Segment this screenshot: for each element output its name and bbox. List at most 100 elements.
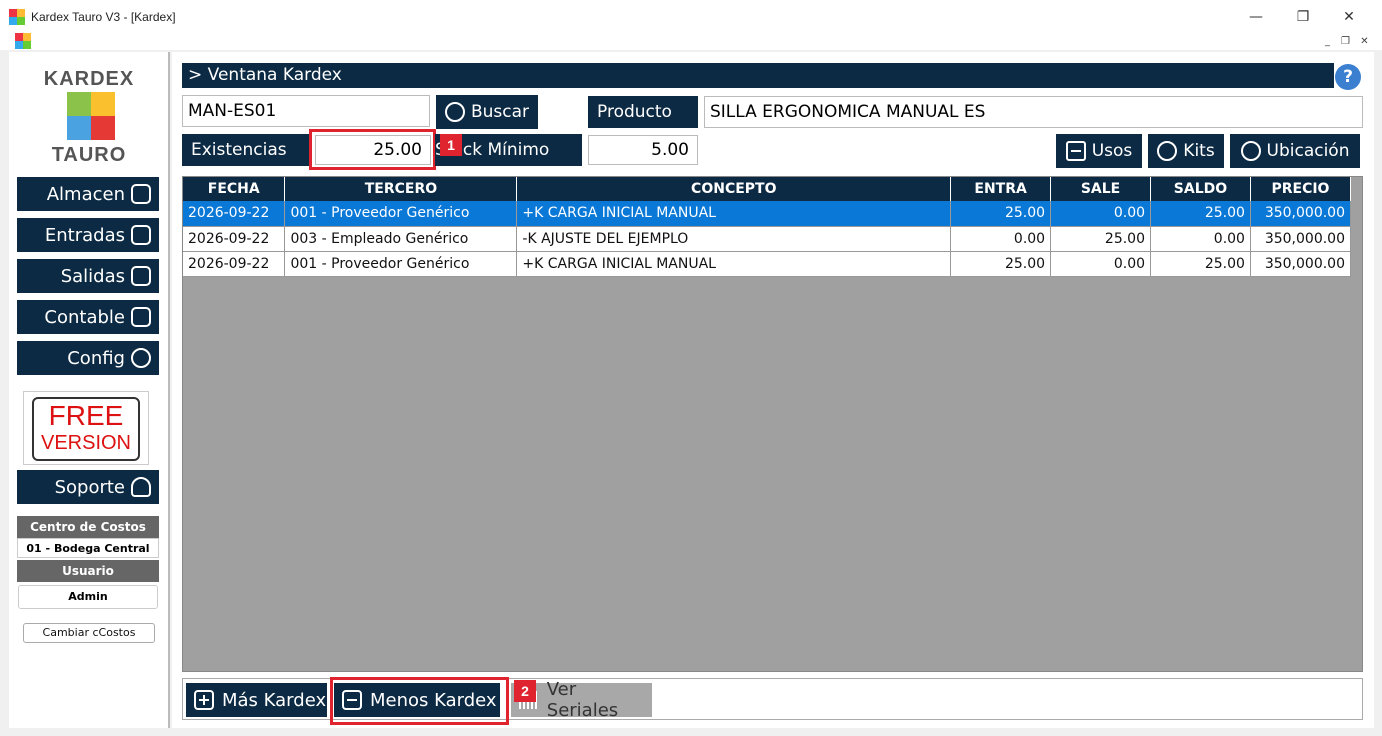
product-name-field[interactable]: SILLA ERGONOMICA MANUAL ES: [704, 96, 1363, 128]
kits-button[interactable]: Kits: [1148, 134, 1224, 168]
cell-precio: 350,000.00: [1250, 251, 1352, 277]
cost-center-header: Centro de Costos: [17, 516, 159, 538]
kits-label: Kits: [1183, 141, 1215, 161]
cell-sale: 0.00: [1050, 201, 1152, 227]
window-title: Kardex Tauro V3 - [Kardex]: [31, 10, 176, 24]
mas-kardex-button[interactable]: Más Kardex: [186, 683, 327, 717]
column-header-precio[interactable]: PRECIO: [1250, 177, 1352, 201]
column-header-fecha[interactable]: FECHA: [183, 177, 286, 201]
warehouse-icon: [131, 184, 151, 204]
nav-config-label: Config: [67, 347, 125, 369]
kardex-table-area: FECHA TERCERO CONCEPTO ENTRA SALE SALDO …: [182, 176, 1363, 672]
nav-contable-button[interactable]: Contable: [17, 300, 159, 334]
user-value: Admin: [18, 585, 158, 609]
cell-precio: 350,000.00: [1250, 201, 1352, 227]
plus-icon: [194, 690, 214, 710]
table-row[interactable]: 2026-09-22 001 - Proveedor Genérico +K C…: [183, 251, 1352, 277]
cell-entra: 25.00: [950, 251, 1052, 277]
cell-saldo: 25.00: [1150, 251, 1251, 277]
cell-sale: 25.00: [1050, 226, 1152, 252]
search-button-label: Buscar: [470, 102, 530, 122]
free-label: FREE: [48, 400, 124, 431]
user-header: Usuario: [17, 560, 159, 582]
highlight-box-2: [330, 677, 509, 725]
version-label: VERSION: [40, 432, 132, 454]
nav-entradas-button[interactable]: Entradas: [17, 218, 159, 252]
search-icon: [444, 102, 465, 122]
search-button[interactable]: Buscar: [436, 95, 538, 129]
nav-entradas-label: Entradas: [44, 224, 125, 246]
change-cost-center-button[interactable]: Cambiar cCostos: [23, 623, 155, 643]
ver-seriales-label: Ver Seriales: [546, 679, 619, 721]
column-header-saldo[interactable]: SALDO: [1150, 177, 1251, 201]
app-logo-icon: [9, 9, 25, 25]
cell-fecha: 2026-09-22: [183, 251, 286, 277]
nav-salidas-button[interactable]: Salidas: [17, 259, 159, 293]
user-support-icon: [131, 477, 151, 497]
app-window: Kardex Tauro V3 - [Kardex] — ❐ ✕ _ ❐ ✕ K…: [0, 0, 1382, 736]
cell-precio: 350,000.00: [1250, 226, 1352, 252]
kardex-table: FECHA TERCERO CONCEPTO ENTRA SALE SALDO …: [183, 177, 1352, 277]
restore-button[interactable]: ❐: [1291, 6, 1315, 28]
cell-fecha: 2026-09-22: [183, 201, 286, 227]
mas-kardex-label: Más Kardex: [222, 689, 327, 711]
annotation-badge-2: 2: [514, 680, 536, 702]
column-header-entra[interactable]: ENTRA: [950, 177, 1052, 201]
cell-concepto: +K CARGA INICIAL MANUAL: [516, 201, 952, 227]
stock-minimo-value: 5.00: [588, 135, 698, 165]
nav-almacen-button[interactable]: Almacen: [17, 177, 159, 211]
existencias-label: Existencias: [182, 134, 310, 166]
minimize-button[interactable]: —: [1244, 6, 1268, 28]
table-scrollbar[interactable]: [1351, 177, 1362, 671]
highlight-box-1: [309, 129, 436, 170]
column-header-sale[interactable]: SALE: [1050, 177, 1152, 201]
cell-saldo: 0.00: [1150, 226, 1251, 252]
logo-text-top: KARDEX: [43, 68, 135, 90]
location-pin-icon: [1240, 141, 1261, 161]
help-icon[interactable]: ?: [1335, 64, 1361, 90]
cell-sale: 0.00: [1050, 251, 1152, 277]
column-header-tercero[interactable]: TERCERO: [284, 177, 518, 201]
cell-concepto: -K AJUSTE DEL EJEMPLO: [516, 226, 952, 252]
table-row[interactable]: 2026-09-22 001 - Proveedor Genérico +K C…: [183, 201, 1352, 227]
kits-icon: [1157, 141, 1178, 161]
column-header-concepto[interactable]: CONCEPTO: [516, 177, 952, 201]
mdi-close-button[interactable]: ✕: [1357, 35, 1372, 48]
kardex-panel: > Ventana Kardex ? MAN-ES01 Buscar Produ…: [172, 52, 1374, 728]
usos-label: Usos: [1091, 141, 1133, 161]
cell-entra: 0.00: [950, 226, 1052, 252]
sidebar: KARDEX TAURO Almacen Entradas Salidas Co…: [9, 52, 170, 728]
close-button[interactable]: ✕: [1337, 6, 1361, 28]
cell-tercero: 001 - Proveedor Genérico: [284, 251, 518, 277]
table-row[interactable]: 2026-09-22 003 - Empleado Genérico -K AJ…: [183, 226, 1352, 252]
panel-header: > Ventana Kardex: [182, 63, 1334, 88]
mdi-bar: [0, 32, 1382, 50]
usos-button[interactable]: Usos: [1056, 134, 1142, 168]
annotation-badge-1: 1: [440, 134, 462, 156]
cell-fecha: 2026-09-22: [183, 226, 286, 252]
logo-text-bottom: TAURO: [51, 144, 127, 166]
nav-contable-label: Contable: [44, 306, 125, 328]
product-label: Producto: [588, 96, 698, 128]
cost-center-value: 01 - Bodega Central: [17, 538, 159, 558]
nav-config-button[interactable]: Config: [17, 341, 159, 375]
cell-entra: 25.00: [950, 201, 1052, 227]
cell-tercero: 001 - Proveedor Genérico: [284, 201, 518, 227]
mdi-minimize-button[interactable]: _: [1320, 35, 1335, 48]
product-code-input[interactable]: MAN-ES01: [182, 95, 430, 127]
mdi-app-icon: [15, 33, 31, 49]
kardex-tauro-logo: KARDEX TAURO: [37, 68, 141, 168]
support-label: Soporte: [54, 476, 125, 498]
book-icon: [131, 307, 151, 327]
logo-grid-icon: [67, 92, 115, 140]
cell-concepto: +K CARGA INICIAL MANUAL: [516, 251, 952, 277]
mdi-restore-button[interactable]: ❐: [1338, 35, 1353, 48]
cell-saldo: 25.00: [1150, 201, 1251, 227]
clipboard-check-icon: [1065, 141, 1086, 161]
cell-tercero: 003 - Empleado Genérico: [284, 226, 518, 252]
support-button[interactable]: Soporte: [17, 470, 159, 504]
inbox-out-icon: [131, 266, 151, 286]
ubicacion-label: Ubicación: [1266, 141, 1350, 161]
ubicacion-button[interactable]: Ubicación: [1230, 134, 1360, 168]
nav-salidas-label: Salidas: [60, 265, 125, 287]
